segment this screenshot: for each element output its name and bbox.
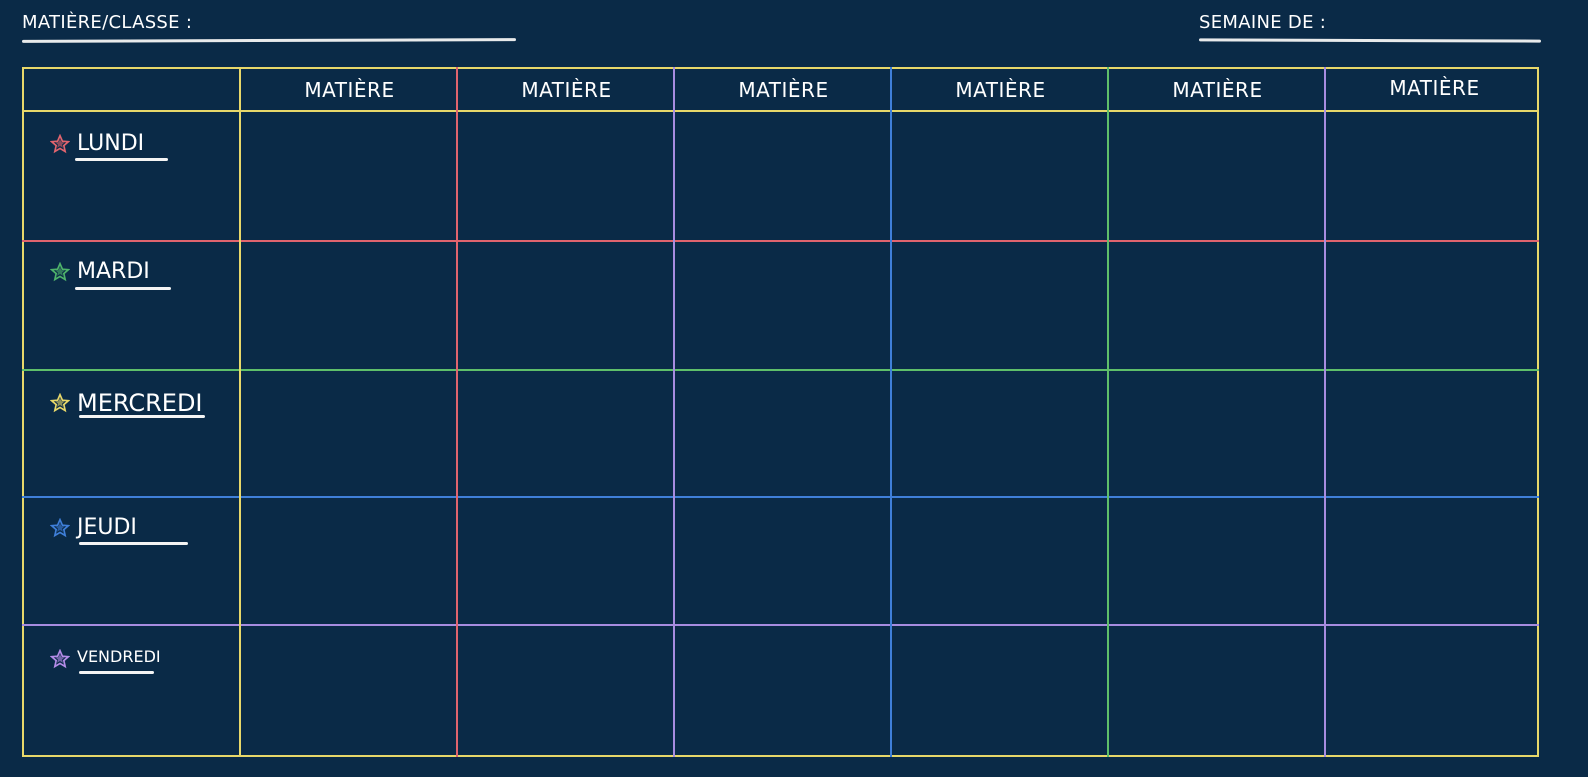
grid-border: [22, 67, 1539, 757]
day-underline-mardi: [75, 287, 171, 290]
day-underline-mercredi: [79, 415, 205, 418]
row-divider-lundi: [22, 240, 1539, 242]
day-label-jeudi: JEUDI: [77, 515, 137, 540]
column-header-2: MATIÈRE: [521, 78, 612, 102]
star-icon: [50, 261, 70, 281]
day-label-vendredi: VENDREDI: [77, 646, 161, 666]
day-label-lundi: LUNDI: [77, 131, 145, 156]
row-divider-mercredi: [22, 496, 1539, 498]
header-divider: [22, 110, 1539, 112]
column-header-3: MATIÈRE: [738, 78, 829, 102]
col-divider-2: [673, 67, 675, 757]
column-header-5: MATIÈRE: [1172, 78, 1263, 102]
star-icon: [50, 133, 70, 153]
schedule-grid: MATIÈRE MATIÈRE MATIÈRE MATIÈRE MATIÈRE …: [0, 0, 1588, 777]
row-divider-jeudi: [22, 624, 1539, 626]
column-header-6: MATIÈRE: [1389, 76, 1480, 100]
day-label-mardi: MARDI: [77, 259, 150, 284]
col-divider-3: [890, 67, 892, 757]
col-divider-1: [456, 67, 458, 757]
day-mardi: MARDI: [50, 259, 150, 284]
day-label-mercredi: MERCREDI: [77, 389, 203, 417]
column-header-4: MATIÈRE: [955, 78, 1046, 102]
star-icon: [50, 649, 70, 669]
day-lundi: LUNDI: [50, 131, 144, 156]
col-divider-4: [1107, 67, 1109, 757]
col-divider-5: [1324, 67, 1326, 757]
day-underline-vendredi: [79, 671, 154, 674]
day-jeudi: JEUDI: [50, 515, 137, 540]
weekly-schedule-page: MATIÈRE/CLASSE : SEMAINE DE : MATIÈRE MA…: [0, 0, 1588, 777]
row-divider-mardi: [22, 369, 1539, 371]
day-mercredi: MERCREDI: [50, 389, 203, 417]
day-underline-lundi: [75, 158, 168, 161]
day-underline-jeudi: [79, 542, 188, 545]
column-header-1: MATIÈRE: [304, 78, 395, 102]
col-divider-0: [239, 67, 241, 757]
star-icon: [50, 393, 70, 413]
day-vendredi: VENDREDI: [50, 643, 161, 669]
star-icon: [50, 517, 70, 537]
